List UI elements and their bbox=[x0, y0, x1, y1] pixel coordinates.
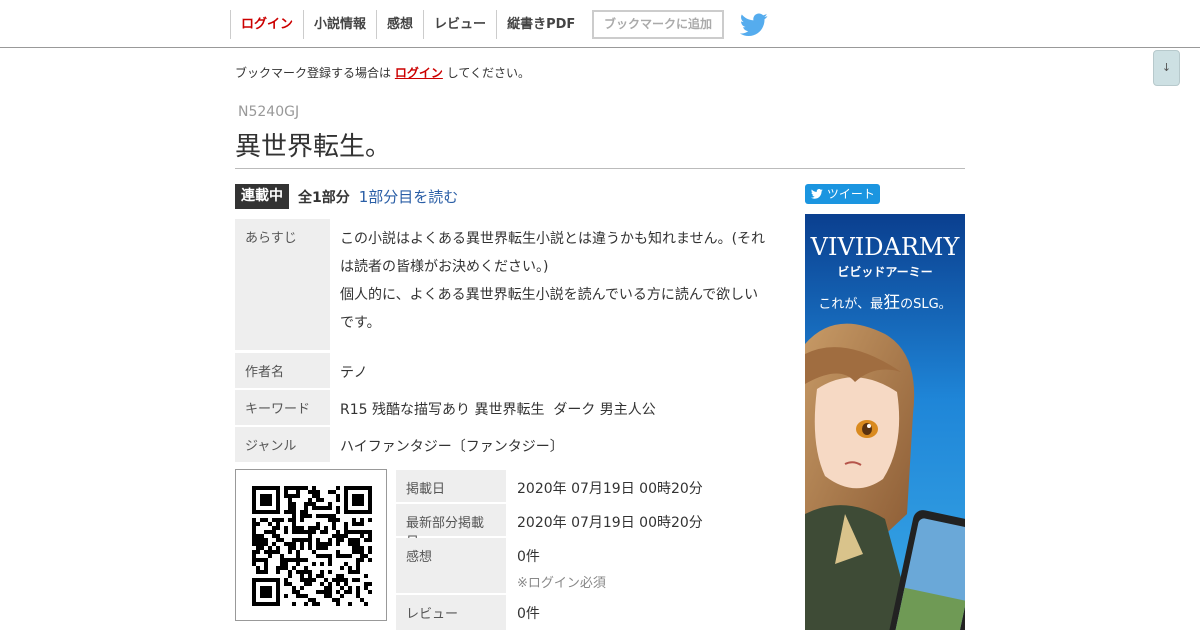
notice-text-after: してください。 bbox=[446, 66, 530, 80]
keyword-list: R15 残酷な描写あり 異世界転生 ダーク 男主人公 bbox=[340, 402, 656, 418]
ad-tagline-start: これが、最 bbox=[818, 297, 883, 312]
synopsis-line: は読者の皆様がお決めください。) bbox=[340, 259, 549, 275]
novel-title: 異世界転生。 bbox=[235, 132, 392, 162]
ad-tagline-emphasis: 狂 bbox=[883, 293, 900, 313]
genre-label: ジャンル bbox=[235, 427, 330, 462]
synopsis-label: あらすじ bbox=[235, 219, 330, 350]
parts-count: 全1部分 bbox=[298, 189, 350, 206]
login-required-note: ※ログイン必須 bbox=[517, 576, 606, 591]
review-count: 0件 bbox=[517, 606, 540, 622]
twitter-bird-icon bbox=[810, 189, 823, 199]
read-first-part-link[interactable]: 1部分目を読む bbox=[359, 186, 459, 207]
synopsis-text: この小説はよくある異世界転生小説とは違うかも知れません。(それ は読者の皆様がお… bbox=[340, 225, 780, 337]
synopsis-line: 個人的に、よくある異世界転生小説を読んでいる方に読んで欲しい bbox=[340, 287, 759, 303]
genre-value: ハイファンタジー〔ファンタジー〕 bbox=[340, 439, 564, 455]
add-bookmark-button[interactable]: ブックマークに追加 bbox=[592, 10, 724, 39]
qr-code bbox=[235, 469, 387, 621]
impressions-label: 感想 bbox=[396, 538, 506, 593]
keyword-label: キーワード bbox=[235, 390, 330, 425]
ad-illustration: VIVIDARMY ビビッドアーミー これが、最狂のSLG。 bbox=[805, 214, 965, 630]
author-name: テノ bbox=[340, 365, 368, 381]
impressions-cell: 0件 ※ログイン必須 bbox=[517, 546, 606, 591]
nav-impressions-link[interactable]: 感想 bbox=[376, 10, 423, 39]
novel-code: N5240GJ bbox=[238, 104, 300, 120]
ad-banner[interactable]: VIVIDARMY ビビッドアーミー これが、最狂のSLG。 bbox=[805, 214, 965, 630]
author-label: 作者名 bbox=[235, 353, 330, 388]
notice-text-before: ブックマーク登録する場合は bbox=[235, 66, 392, 80]
notice-login-link[interactable]: ログイン bbox=[395, 66, 443, 80]
synopsis-line: この小説はよくある異世界転生小説とは違うかも知れません。(それ bbox=[340, 231, 766, 247]
ad-tagline-end: のSLG。 bbox=[900, 297, 952, 312]
review-label: レビュー bbox=[396, 595, 506, 630]
posted-date-value: 2020年 07月19日 00時20分 bbox=[517, 481, 703, 497]
tweet-label: ツイート bbox=[826, 187, 875, 201]
impressions-count: 0件 bbox=[517, 549, 540, 565]
synopsis-line: です。 bbox=[340, 315, 381, 331]
twitter-bird-icon[interactable] bbox=[740, 13, 768, 37]
nav-list: ログイン 小説情報 感想 レビュー 縦書きPDF bbox=[230, 10, 585, 39]
status-row: 連載中 全1部分 1部分目を読む bbox=[235, 184, 458, 209]
qr-code-image bbox=[252, 486, 372, 606]
top-nav: ログイン 小説情報 感想 レビュー 縦書きPDF ブックマークに追加 bbox=[0, 0, 1200, 48]
ad-brand-kana: ビビッドアーミー bbox=[837, 264, 932, 279]
nav-login-link[interactable]: ログイン bbox=[230, 10, 303, 39]
ad-brand: VIVIDARMY bbox=[810, 233, 961, 261]
title-divider bbox=[235, 168, 965, 169]
nav-review-link[interactable]: レビュー bbox=[423, 10, 496, 39]
nav-novel-info-link[interactable]: 小説情報 bbox=[303, 10, 376, 39]
scroll-down-button[interactable]: ↓ bbox=[1153, 50, 1180, 86]
latest-date-value: 2020年 07月19日 00時20分 bbox=[517, 515, 703, 531]
status-badge: 連載中 bbox=[235, 184, 289, 209]
posted-date-label: 掲載日 bbox=[396, 470, 506, 502]
bookmark-login-notice: ブックマーク登録する場合は ログイン してください。 bbox=[235, 64, 530, 81]
nav-vertical-pdf-link[interactable]: 縦書きPDF bbox=[496, 10, 585, 39]
tweet-button[interactable]: ツイート bbox=[805, 184, 880, 204]
latest-date-label: 最新部分掲載日 bbox=[396, 504, 506, 550]
